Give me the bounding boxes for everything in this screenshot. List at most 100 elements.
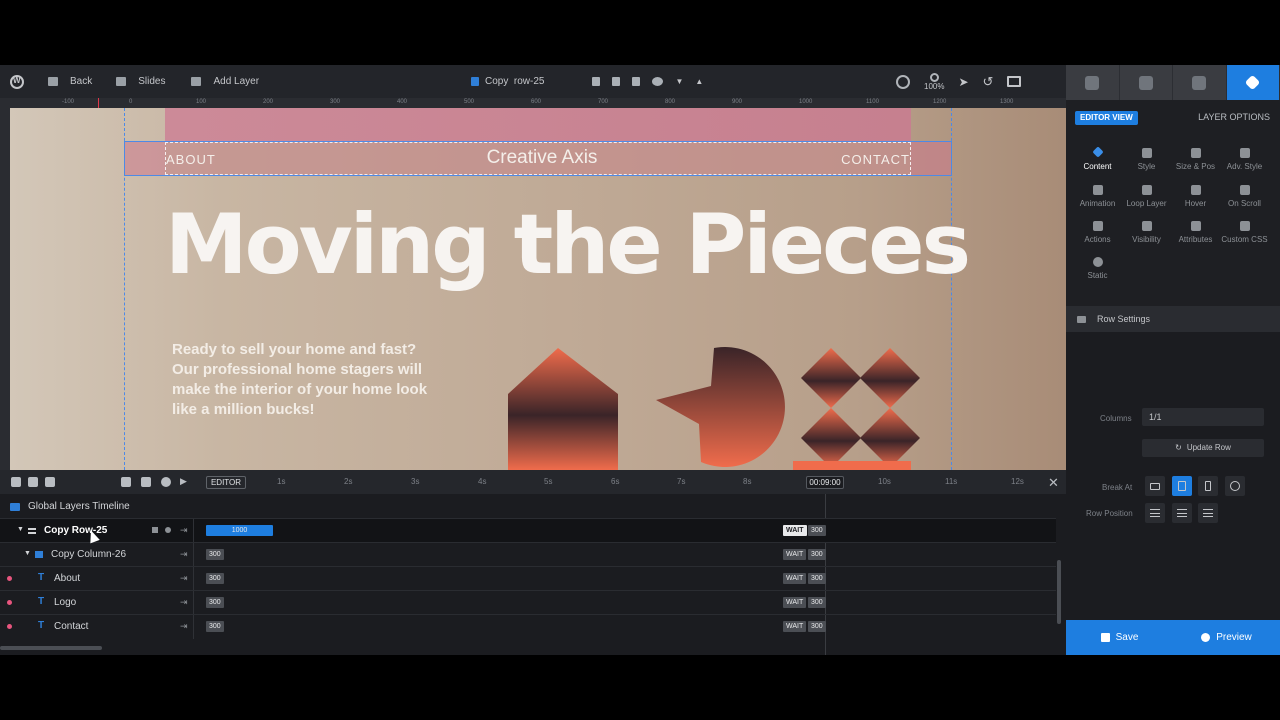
tab-slide-options[interactable]	[1173, 65, 1227, 100]
layer-name[interactable]: About	[54, 573, 80, 584]
expand-icon[interactable]: ⇥	[180, 549, 188, 560]
wait-badge[interactable]: WAIT	[783, 525, 807, 536]
row-position-top-button[interactable]	[1145, 503, 1165, 523]
slide-icon	[471, 77, 479, 86]
opt-animation[interactable]: Animation	[1072, 185, 1123, 208]
layer-name[interactable]: Copy Column-26	[51, 549, 126, 560]
chevron-down-icon[interactable]: ▼	[675, 77, 683, 86]
nav-logo-layer[interactable]: Creative Axis	[440, 147, 644, 169]
timeline-row[interactable]: ▼ Copy Row-25 ⇥ 1000 WAIT 300	[0, 518, 1056, 543]
expand-icon[interactable]: ⇥	[180, 525, 188, 536]
grid-icon[interactable]	[121, 477, 131, 487]
end-duration[interactable]: 300	[808, 621, 826, 632]
row-settings-header[interactable]: Row Settings	[1066, 306, 1280, 332]
opt-content[interactable]: Content	[1072, 146, 1123, 171]
vertical-scrollbar[interactable]	[1057, 560, 1061, 624]
start-duration[interactable]: 1000	[206, 525, 273, 536]
chevron-up-icon[interactable]: ▲	[695, 77, 703, 86]
layer-name[interactable]: Contact	[54, 621, 88, 632]
tab-slider-settings[interactable]	[1066, 65, 1120, 100]
opt-actions[interactable]: Actions	[1072, 221, 1123, 244]
opt-static[interactable]: Static	[1072, 257, 1123, 280]
folder-icon[interactable]	[45, 477, 55, 487]
lock-icon[interactable]	[632, 77, 641, 86]
expand-icon[interactable]: ⇥	[180, 573, 188, 584]
slide-name[interactable]: Copy row-25	[485, 76, 544, 87]
end-duration[interactable]: 300	[808, 573, 826, 584]
play-icon[interactable]: ▶	[180, 476, 187, 487]
expand-icon[interactable]: ⇥	[180, 621, 188, 632]
zoom-control[interactable]: 100%	[924, 72, 944, 91]
close-icon[interactable]: ✕	[1048, 475, 1059, 491]
end-duration[interactable]: 300	[808, 597, 826, 608]
wait-badge[interactable]: WAIT	[783, 597, 807, 608]
undo-icon[interactable]: ↺	[983, 74, 994, 90]
nav-about-layer[interactable]: ABOUT	[166, 152, 216, 167]
current-time[interactable]: 00:09:00	[806, 476, 844, 489]
row-position-middle-button[interactable]	[1172, 503, 1192, 523]
expand-icon[interactable]: ⇥	[180, 597, 188, 608]
opt-adv-style[interactable]: Adv. Style	[1219, 148, 1270, 171]
tab-layer-options[interactable]	[1226, 65, 1280, 100]
help-icon[interactable]	[896, 74, 910, 89]
add-layer-button[interactable]: Add Layer	[191, 65, 259, 98]
breakpoint-desktop-button[interactable]	[1145, 476, 1165, 496]
timeline-row[interactable]: ▼ Copy Column-26 ⇥ 300 WAIT 300	[0, 542, 1056, 567]
opt-size-pos[interactable]: Size & Pos	[1170, 148, 1221, 171]
wait-badge[interactable]: WAIT	[783, 621, 807, 632]
layers-icon[interactable]	[11, 477, 21, 487]
collapse-arrow-icon[interactable]: ▼	[17, 526, 24, 533]
eye-icon[interactable]	[165, 527, 171, 533]
opt-label: Attributes	[1178, 235, 1213, 244]
duplicate-icon[interactable]	[592, 77, 601, 86]
row-position-bottom-button[interactable]	[1198, 503, 1218, 523]
layer-name[interactable]: Logo	[54, 597, 76, 608]
wordpress-logo-icon[interactable]	[10, 74, 24, 89]
opt-custom-css[interactable]: Custom CSS	[1219, 221, 1270, 244]
trash-icon[interactable]	[612, 77, 621, 86]
opt-hover[interactable]: Hover	[1170, 185, 1221, 208]
update-row-button[interactable]: ↻ Update Row	[1142, 439, 1264, 457]
slides-button[interactable]: Slides	[116, 65, 165, 98]
breakpoint-tablet-button[interactable]	[1172, 476, 1192, 496]
preview-button[interactable]: Preview	[1173, 620, 1280, 655]
record-icon[interactable]	[161, 477, 171, 487]
tab-navigation[interactable]	[1120, 65, 1173, 100]
lock-icon[interactable]	[152, 527, 158, 533]
list-icon[interactable]	[28, 477, 38, 487]
timeline-row[interactable]: T Contact ⇥ 300 WAIT 300	[0, 614, 1056, 639]
timeline-row[interactable]: T About ⇥ 300 WAIT 300	[0, 566, 1056, 591]
loop-icon[interactable]	[141, 477, 151, 487]
breakpoint-mobile-button[interactable]	[1198, 476, 1218, 496]
start-duration[interactable]: 300	[206, 597, 224, 608]
opt-style[interactable]: Style	[1121, 148, 1172, 171]
opt-visibility[interactable]: Visibility	[1121, 221, 1172, 244]
eye-icon[interactable]	[652, 77, 664, 86]
subtext-layer[interactable]: Ready to sell your home and fast? Our pr…	[172, 340, 442, 420]
wait-badge[interactable]: WAIT	[783, 573, 807, 584]
wait-badge[interactable]: WAIT	[783, 549, 807, 560]
opt-attributes[interactable]: Attributes	[1170, 221, 1221, 244]
pointer-icon[interactable]: ➤	[958, 75, 968, 89]
horizontal-scrollbar[interactable]	[0, 646, 102, 650]
end-duration[interactable]: 300	[808, 525, 826, 536]
editor-mode-button[interactable]: EDITOR	[206, 476, 246, 489]
start-duration[interactable]: 300	[206, 621, 224, 632]
slide-canvas[interactable]: ABOUT Creative Axis CONTACT Moving the P…	[10, 108, 1066, 470]
save-button[interactable]: Save	[1066, 620, 1173, 655]
global-layers-timeline[interactable]: Global Layers Timeline	[10, 501, 130, 512]
headline-layer[interactable]: Moving the Pieces	[165, 196, 971, 293]
back-button[interactable]: Back	[48, 65, 92, 98]
editor-view-button[interactable]: EDITOR VIEW	[1075, 111, 1138, 125]
end-duration[interactable]: 300	[808, 549, 826, 560]
breakpoint-none-button[interactable]	[1225, 476, 1245, 496]
start-duration[interactable]: 300	[206, 549, 224, 560]
start-duration[interactable]: 300	[206, 573, 224, 584]
nav-contact-layer[interactable]: CONTACT	[810, 152, 910, 167]
opt-on-scroll[interactable]: On Scroll	[1219, 185, 1270, 208]
opt-loop-layer[interactable]: Loop Layer	[1121, 185, 1172, 208]
columns-input[interactable]: 1/1	[1142, 408, 1264, 426]
collapse-arrow-icon[interactable]: ▼	[24, 550, 31, 557]
desktop-view-icon[interactable]	[1007, 76, 1022, 87]
timeline-row[interactable]: T Logo ⇥ 300 WAIT 300	[0, 590, 1056, 615]
